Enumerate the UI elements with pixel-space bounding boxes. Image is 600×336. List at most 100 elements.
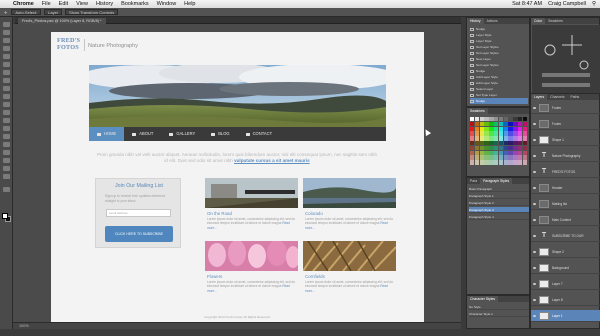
visibility-eye-icon[interactable]: [531, 294, 537, 306]
nav-gallery[interactable]: GALLERY: [161, 127, 203, 141]
layer-row[interactable]: Layer 1: [531, 310, 600, 322]
color-swatch[interactable]: [470, 136, 475, 141]
layer-row[interactable]: Footer: [531, 102, 600, 114]
color-swatch[interactable]: [513, 145, 518, 151]
color-swatch[interactable]: [489, 136, 494, 141]
color-swatch[interactable]: [498, 131, 504, 136]
visibility-eye-icon[interactable]: [531, 182, 537, 194]
color-swatch[interactable]: [470, 150, 475, 155]
color-swatch[interactable]: [474, 121, 480, 127]
color-swatch[interactable]: [498, 150, 504, 155]
hand-tool-icon[interactable]: [3, 166, 10, 171]
tab-swatches-alt[interactable]: Swatches: [545, 18, 566, 24]
color-swatch[interactable]: [489, 150, 494, 155]
color-swatch[interactable]: [484, 126, 489, 131]
color-swatch[interactable]: [522, 117, 528, 122]
color-swatch[interactable]: [508, 117, 513, 122]
color-swatch[interactable]: [508, 131, 513, 136]
card-title[interactable]: On the Road: [207, 211, 232, 216]
color-swatch[interactable]: [484, 141, 489, 146]
show-transform-checkbox[interactable]: Show Transform Controls: [65, 9, 119, 15]
color-swatch[interactable]: [494, 150, 499, 155]
zoom-tool-icon[interactable]: [3, 174, 10, 179]
color-swatch[interactable]: [489, 117, 494, 122]
color-swatch[interactable]: [522, 121, 528, 127]
clock[interactable]: Sat 8:47 AM: [512, 1, 542, 7]
more-tools-icon[interactable]: [3, 187, 10, 192]
layer-select[interactable]: Layer: [44, 9, 63, 15]
visibility-eye-icon[interactable]: [531, 262, 537, 274]
paragraph-style-item[interactable]: Basic Paragraph: [469, 186, 529, 192]
color-swatch[interactable]: [498, 126, 504, 131]
color-swatch[interactable]: [474, 160, 480, 165]
color-swatch[interactable]: [484, 136, 489, 141]
color-swatch[interactable]: [479, 155, 484, 160]
color-swatch[interactable]: [513, 150, 518, 155]
color-swatch[interactable]: [474, 117, 480, 122]
color-swatch[interactable]: [503, 117, 508, 122]
brush-tool-icon[interactable]: [3, 78, 10, 83]
swatch-grid[interactable]: [470, 117, 528, 175]
color-swatch[interactable]: [513, 126, 518, 131]
color-swatch[interactable]: [489, 155, 494, 160]
color-swatch[interactable]: [513, 117, 518, 122]
color-swatch[interactable]: [484, 160, 489, 165]
visibility-eye-icon[interactable]: [531, 102, 537, 114]
color-swatch[interactable]: [474, 126, 480, 131]
visibility-eye-icon[interactable]: [531, 246, 537, 258]
intro-link[interactable]: vulputate cursus a sit amet mauris: [234, 158, 310, 163]
subscribe-button[interactable]: CLICK HERE TO SUBSCRIBE: [105, 226, 173, 242]
color-swatch[interactable]: [518, 131, 523, 136]
magic-wand-tool-icon[interactable]: [3, 46, 10, 51]
color-swatch[interactable]: [494, 145, 499, 151]
pen-tool-icon[interactable]: [3, 134, 10, 139]
card-title[interactable]: Colorado: [305, 211, 323, 216]
color-swatch[interactable]: [494, 121, 499, 127]
color-swatch[interactable]: [503, 126, 508, 131]
color-swatch[interactable]: [484, 117, 489, 122]
stamp-tool-icon[interactable]: [3, 86, 10, 91]
color-swatch[interactable]: [474, 131, 480, 136]
auto-select-checkbox[interactable]: Auto-Select:: [11, 9, 42, 15]
color-swatch[interactable]: [479, 160, 484, 165]
visibility-eye-icon[interactable]: [531, 134, 537, 146]
menu-edit[interactable]: Edit: [59, 0, 68, 8]
tab-history[interactable]: History: [467, 18, 484, 24]
layer-row[interactable]: T Nature Photography: [531, 150, 600, 162]
color-swatch[interactable]: [508, 155, 513, 160]
menu-file[interactable]: File: [42, 0, 51, 8]
color-swatch[interactable]: [508, 121, 513, 127]
color-swatch[interactable]: [489, 160, 494, 165]
color-swatch[interactable]: [470, 160, 475, 165]
color-swatch[interactable]: [489, 141, 494, 146]
character-style-item[interactable]: No Style: [469, 304, 529, 310]
menu-bookmarks[interactable]: Bookmarks: [121, 0, 149, 8]
color-swatch[interactable]: [508, 160, 513, 165]
color-swatch[interactable]: [498, 141, 504, 146]
menu-view[interactable]: View: [76, 0, 88, 8]
color-swatch[interactable]: [503, 136, 508, 141]
path-select-tool-icon[interactable]: [3, 150, 10, 155]
paragraph-style-item[interactable]: Paragraph Style 3: [469, 207, 529, 213]
tab-color[interactable]: Color: [531, 18, 546, 24]
color-swatch[interactable]: [508, 126, 513, 131]
tab-channels[interactable]: Channels: [547, 94, 567, 100]
nav-blog[interactable]: BLOG: [203, 127, 237, 141]
menu-window[interactable]: Window: [157, 0, 177, 8]
blur-tool-icon[interactable]: [3, 118, 10, 123]
color-swatch[interactable]: [484, 150, 489, 155]
eyedropper-tool-icon[interactable]: [3, 62, 10, 67]
color-swatch[interactable]: [522, 131, 528, 136]
color-swatch[interactable]: [498, 136, 504, 141]
color-swatch[interactable]: [503, 145, 508, 151]
color-swatch[interactable]: [522, 126, 528, 131]
color-swatch[interactable]: [470, 126, 475, 131]
email-input[interactable]: email address: [106, 209, 171, 217]
color-swatch[interactable]: [494, 155, 499, 160]
color-swatch[interactable]: [479, 131, 484, 136]
color-swatch[interactable]: [489, 145, 494, 151]
lasso-tool-icon[interactable]: [3, 38, 10, 43]
color-swatch[interactable]: [479, 121, 484, 127]
layer-row[interactable]: Shape 2: [531, 246, 600, 258]
color-swatch[interactable]: [494, 141, 499, 146]
